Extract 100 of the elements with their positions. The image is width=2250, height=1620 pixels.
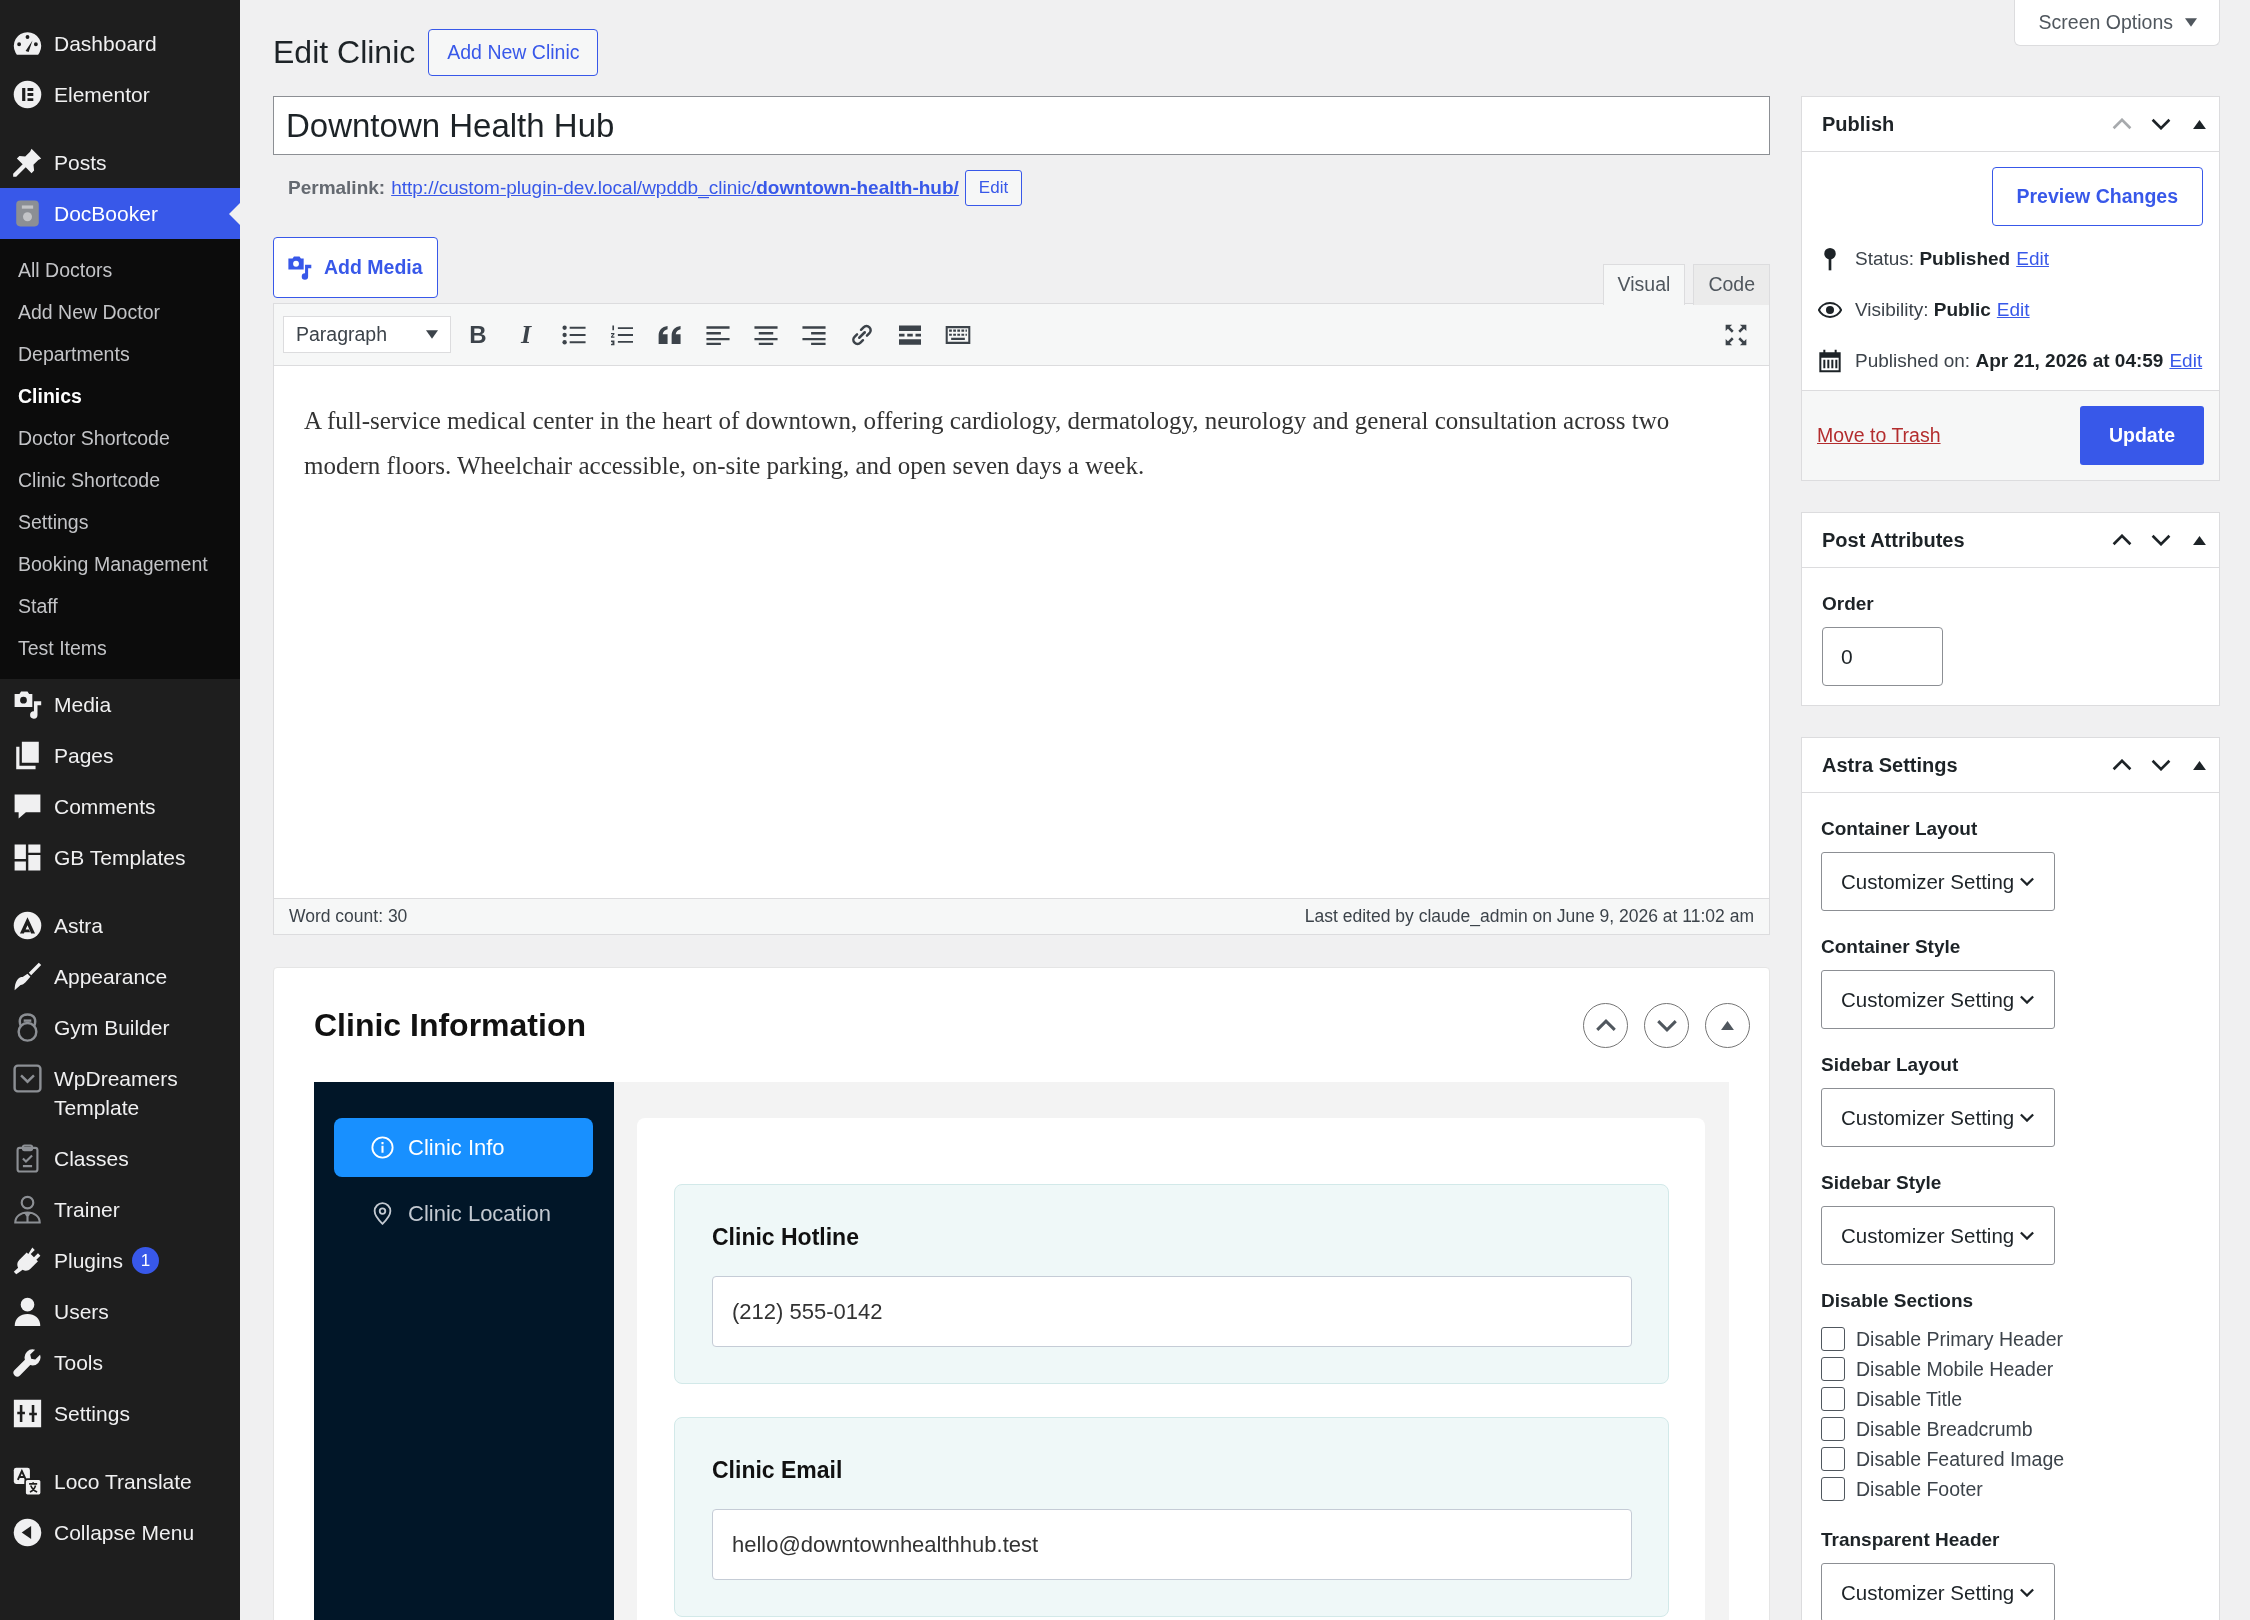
field-label: Container Style — [1821, 935, 1962, 959]
checkbox[interactable] — [1821, 1357, 1845, 1381]
move-up-button[interactable] — [1583, 1002, 1628, 1048]
submenu-item[interactable]: Departments — [0, 333, 240, 375]
checkbox-label: Disable Title — [1856, 1387, 1963, 1411]
edit-link[interactable]: Edit — [2016, 247, 2049, 270]
link-icon — [849, 323, 875, 346]
menu-item[interactable]: Comments — [0, 781, 240, 832]
menu-item[interactable]: Pages — [0, 730, 240, 781]
submenu-item[interactable]: Test Items — [0, 627, 240, 669]
dropdown[interactable]: Customizer Setting — [1821, 1088, 2055, 1147]
menu-item[interactable]: Astra — [0, 900, 240, 951]
checkbox[interactable] — [1821, 1327, 1845, 1351]
speech-bubble-icon — [12, 792, 42, 821]
chevron-down-icon — [2020, 1588, 2035, 1597]
menu-item[interactable]: Tools — [0, 1337, 240, 1388]
title-field[interactable]: Downtown Health Hub — [273, 96, 1770, 155]
menu-item[interactable]: Posts — [0, 137, 240, 188]
info-icon — [371, 1136, 394, 1159]
chevron-down-icon — [2020, 995, 2035, 1004]
chevron-up-icon — [1595, 1018, 1616, 1032]
menu-item[interactable]: Plugins 1 — [0, 1235, 240, 1286]
submenu-item[interactable]: Settings — [0, 501, 240, 543]
edit-link[interactable]: Edit — [2169, 349, 2203, 372]
move-to-trash-link[interactable]: Move to Trash — [1817, 424, 1941, 447]
menu-item[interactable]: WpDreamers Template — [0, 1053, 240, 1133]
field-label: Sidebar Layout — [1821, 1053, 1960, 1077]
page-title: Edit Clinic — [273, 33, 416, 72]
menu-item[interactable]: Settings — [0, 1388, 240, 1439]
dropdown[interactable]: Customizer Setting — [1821, 1563, 2055, 1620]
add-new-button[interactable]: Add New Clinic — [428, 29, 599, 76]
update-button[interactable]: Update — [2079, 406, 2204, 465]
pointer-triangle-icon — [229, 203, 240, 225]
permalink-link[interactable]: http://custom-plugin-dev.local/wpddb_clinic/downtown-health-hub/ — [391, 177, 959, 199]
checkbox-label: Disable Footer — [1856, 1477, 1983, 1501]
settings-icon — [12, 1399, 42, 1428]
dropdown[interactable]: Customizer Setting — [1821, 1206, 2055, 1265]
camera-music-icon — [12, 690, 42, 719]
align-center-icon — [753, 323, 779, 346]
screen-options-button[interactable]: Screen Options — [2013, 0, 2220, 46]
keyboard-icon — [945, 323, 971, 346]
editor-tab[interactable]: Visual — [1602, 263, 1686, 305]
submenu-item[interactable]: Staff — [0, 585, 240, 627]
chevron-down-icon — [2150, 759, 2171, 771]
menu-item[interactable]: Trainer — [0, 1184, 240, 1235]
chevron-down-icon — [1656, 1018, 1677, 1032]
menu-item[interactable]: Users — [0, 1286, 240, 1337]
checkbox[interactable] — [1821, 1477, 1845, 1501]
person-icon — [12, 1195, 42, 1224]
submenu-item[interactable]: Clinic Shortcode — [0, 459, 240, 501]
field-label: Container Layout — [1821, 817, 1979, 841]
menu-item[interactable]: Media — [0, 679, 240, 730]
menu-item[interactable]: Loco Translate — [0, 1456, 240, 1507]
plug-icon — [12, 1246, 42, 1275]
meta-text: Visibility: Public — [1855, 298, 1991, 321]
toggle-panel-button[interactable] — [1705, 1002, 1750, 1048]
word-count: Word count: 30 — [289, 906, 408, 927]
submenu-item[interactable]: Booking Management — [0, 543, 240, 585]
menu-item[interactable]: Appearance — [0, 951, 240, 1002]
submenu-item[interactable]: Clinics — [0, 375, 240, 417]
edit-link[interactable]: Edit — [1996, 298, 2030, 321]
bold-button[interactable]: B — [454, 312, 502, 357]
editor-tab[interactable]: Code — [1693, 263, 1770, 305]
submenu-item[interactable]: Add New Doctor — [0, 291, 240, 333]
side-tab[interactable]: Clinic Location — [334, 1184, 593, 1243]
submenu-item[interactable]: All Doctors — [0, 249, 240, 291]
menu-item[interactable]: Classes — [0, 1133, 240, 1184]
input-field[interactable]: (212) 555-0142 — [712, 1276, 1632, 1347]
order-field[interactable]: 0 — [1822, 627, 1943, 686]
menu-item[interactable]: DocBooker — [0, 188, 240, 239]
format-select[interactable]: Paragraph — [283, 316, 451, 353]
grid-icon — [12, 843, 42, 872]
checkbox[interactable] — [1821, 1447, 1845, 1471]
checkbox[interactable] — [1821, 1417, 1845, 1441]
submenu-item[interactable]: Doctor Shortcode — [0, 417, 240, 459]
triangle-up-icon — [2193, 535, 2206, 545]
italic-button[interactable]: I — [502, 312, 550, 357]
menu-item[interactable]: Collapse Menu — [0, 1507, 240, 1558]
move-down-button[interactable] — [1644, 1002, 1689, 1048]
input-field[interactable]: hello@downtownhealthhub.test — [712, 1509, 1632, 1580]
edit-permalink-button[interactable]: Edit — [964, 170, 1023, 206]
checkbox[interactable] — [1821, 1387, 1845, 1411]
bullet-list-icon — [561, 323, 587, 346]
menu-item[interactable]: Gym Builder — [0, 1002, 240, 1053]
collapse-icon — [12, 1518, 42, 1547]
menu-item[interactable]: Elementor — [0, 69, 240, 120]
field-label: Clinic Hotline — [712, 1223, 860, 1252]
menu-item[interactable]: GB Templates — [0, 832, 240, 883]
checkbox-label: Disable Mobile Header — [1856, 1357, 2054, 1381]
chevron-square-icon — [12, 1064, 42, 1093]
dropdown[interactable]: Customizer Setting — [1821, 852, 2055, 911]
preview-changes-button[interactable]: Preview Changes — [1991, 167, 2203, 226]
chevron-down-icon — [2150, 534, 2171, 546]
bars-circle-icon — [12, 80, 42, 109]
add-media-button[interactable]: Add Media — [273, 237, 438, 298]
numbered-list-icon — [609, 323, 635, 346]
dropdown[interactable]: Customizer Setting — [1821, 970, 2055, 1029]
align-right-icon — [801, 323, 827, 346]
menu-item[interactable]: Dashboard — [0, 18, 240, 69]
quote-icon — [657, 323, 683, 346]
